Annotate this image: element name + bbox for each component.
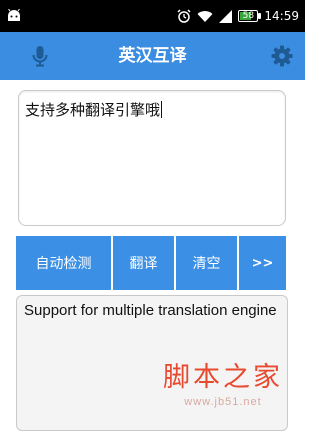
app-toolbar: 英汉互译 [0, 32, 305, 80]
battery-icon: 58 [238, 10, 262, 22]
watermark-logo: 脚本之家 [163, 362, 283, 393]
more-button[interactable]: >> [239, 236, 286, 290]
signal-icon [219, 9, 233, 23]
clear-button[interactable]: 清空 [176, 236, 237, 290]
status-time: 14:59 [264, 9, 299, 23]
auto-detect-button[interactable]: 自动检测 [16, 236, 111, 290]
source-text-input[interactable]: 支持多种翻译引擎哦 [18, 90, 286, 226]
watermark-url: www.jb51.net [184, 396, 262, 408]
battery-level: 58 [242, 11, 255, 21]
page-title: 英汉互译 [118, 46, 187, 66]
text-cursor [161, 101, 163, 118]
android-icon [8, 9, 20, 21]
gear-icon[interactable] [271, 45, 293, 67]
alarm-icon [177, 9, 191, 23]
site-watermark: 脚本之家 www.jb51.net [163, 355, 283, 408]
status-bar: 58 14:59 [0, 0, 305, 32]
translation-text: Support for multiple translation engine [24, 302, 277, 319]
source-text-value: 支持多种翻译引擎哦 [25, 101, 161, 119]
action-button-row: 自动检测 翻译 清空 >> [16, 236, 288, 290]
translate-button[interactable]: 翻译 [113, 236, 174, 290]
wifi-icon [197, 10, 213, 22]
